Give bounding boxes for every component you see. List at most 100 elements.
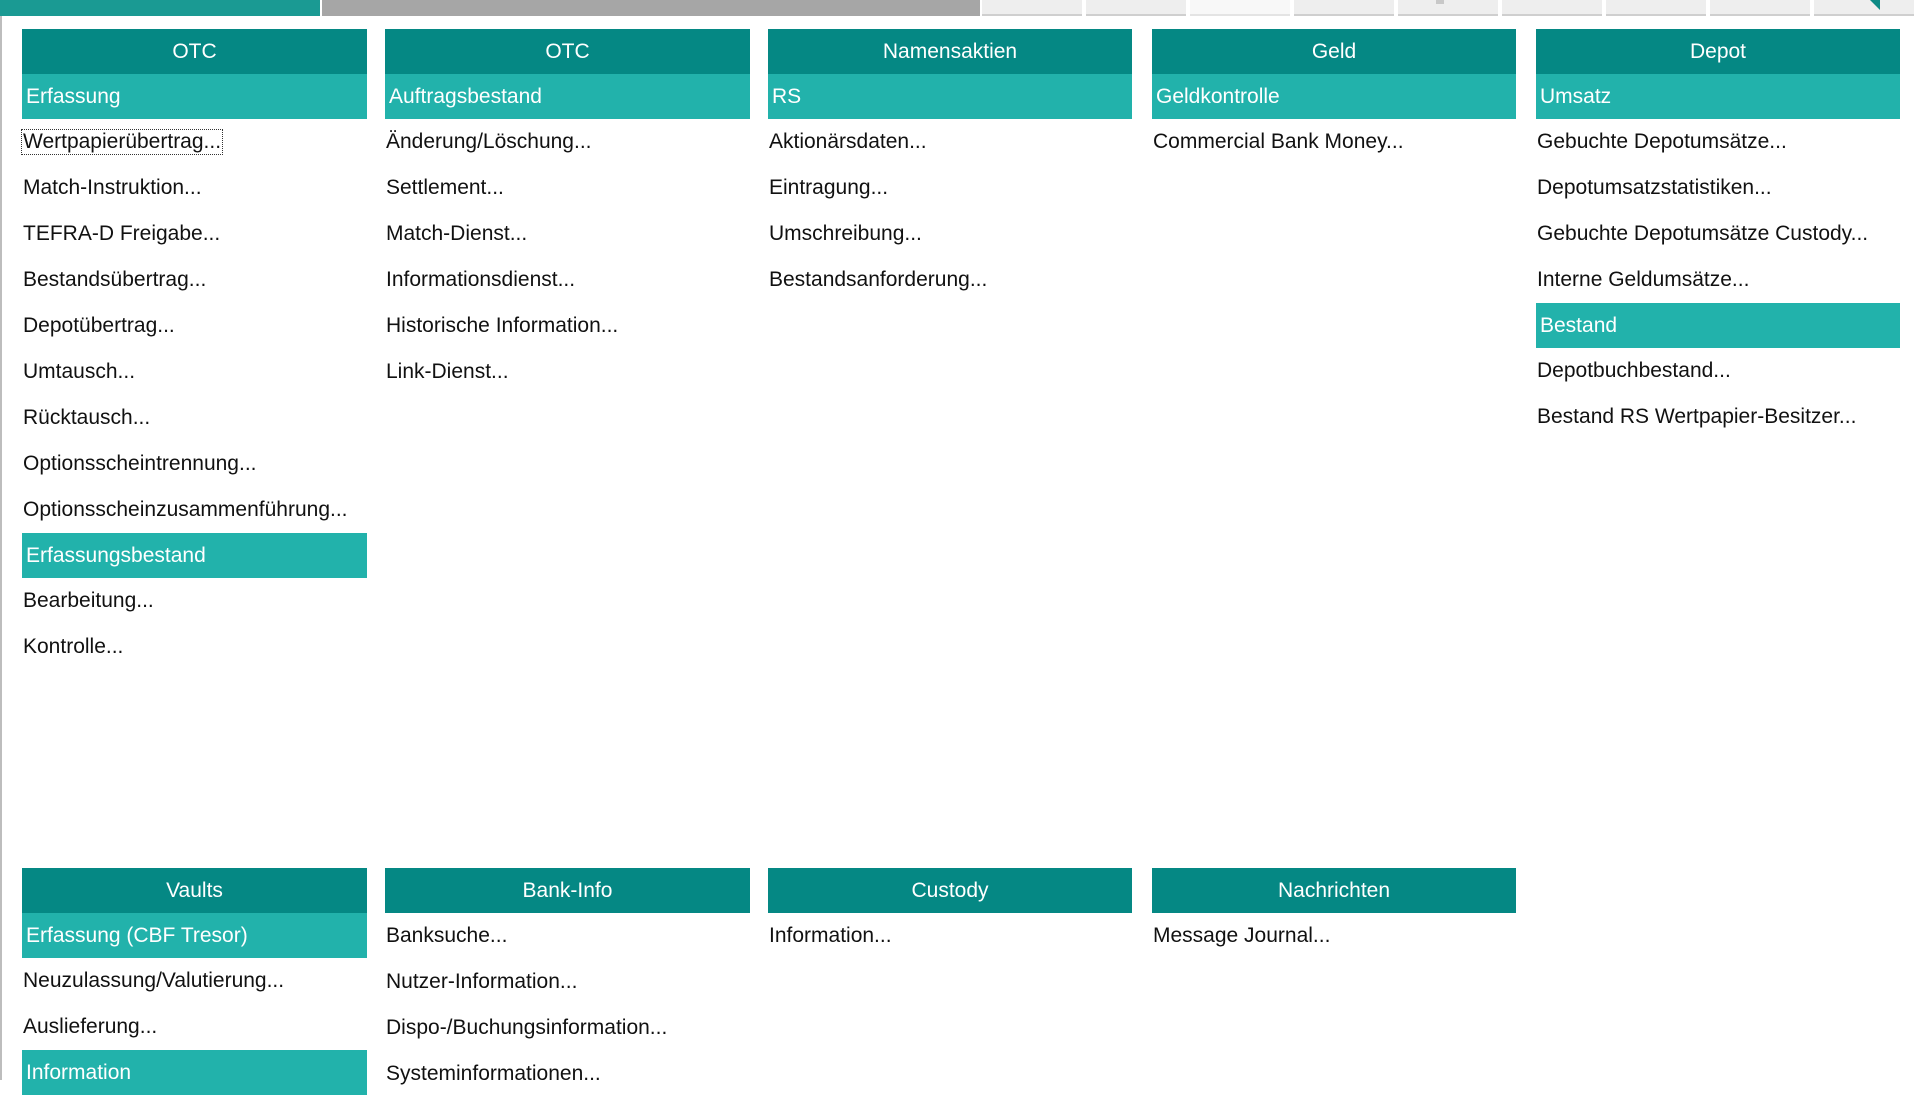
column-header: Nachrichten: [1152, 868, 1516, 913]
section-header: Geldkontrolle: [1152, 74, 1516, 119]
section-header: RS: [768, 74, 1132, 119]
tab-secondary[interactable]: [322, 0, 980, 16]
window-border: [0, 16, 2, 1080]
section-header: Erfassung: [22, 74, 367, 119]
menu-item-label: Banksuche...: [386, 924, 508, 947]
menu-item-nutzer-information[interactable]: Nutzer-Information...: [385, 959, 750, 1005]
tab-slot[interactable]: [982, 0, 1082, 16]
menu-item-label: Eintragung...: [769, 176, 889, 199]
menu-item-label: Optionsscheintrennung...: [23, 452, 257, 475]
menu-item-bestand-rs-wertpapier-besitzer[interactable]: Bestand RS Wertpapier-Besitzer...: [1536, 394, 1900, 440]
menu-item-dispo-buchungsinformation[interactable]: Dispo-/Buchungsinformation...: [385, 1005, 750, 1051]
tab-slot[interactable]: [1814, 0, 1914, 16]
menu-item-auslieferung[interactable]: Auslieferung...: [22, 1004, 367, 1050]
menu-item-information[interactable]: Information...: [768, 913, 1132, 959]
menu-item-link-dienst[interactable]: Link-Dienst...: [385, 349, 750, 395]
menu-column-vaults: Vaults Erfassung (CBF Tresor) Neuzulassu…: [22, 868, 367, 1095]
tab-indicator: [1436, 0, 1444, 4]
menu-item-message-journal[interactable]: Message Journal...: [1152, 913, 1516, 959]
menu-item-historische-information[interactable]: Historische Information...: [385, 303, 750, 349]
section-header: Auftragsbestand: [385, 74, 750, 119]
menu-item-label: Historische Information...: [386, 314, 619, 337]
column-header: Bank-Info: [385, 868, 750, 913]
menu-item-wertpapieruebertrag[interactable]: Wertpapierübertrag...: [20, 119, 367, 165]
menu-item-banksuche[interactable]: Banksuche...: [385, 913, 750, 959]
menu-item-aenderung-loeschung[interactable]: Änderung/Löschung...: [385, 119, 750, 165]
menu-item-label: Match-Instruktion...: [23, 176, 202, 199]
tab-strip: [0, 0, 1920, 16]
menu-item-gebuchte-depotumsaetze[interactable]: Gebuchte Depotumsätze...: [1536, 119, 1900, 165]
menu-item-label: Commercial Bank Money...: [1153, 130, 1404, 153]
menu-item-optionsscheinzusammenfuehrung[interactable]: Optionsscheinzusammenführung...: [22, 487, 367, 533]
menu-item-label: Match-Dienst...: [386, 222, 528, 245]
menu-item-label: Aktionärsdaten...: [769, 130, 927, 153]
menu-item-optionsscheintrennung[interactable]: Optionsscheintrennung...: [22, 441, 367, 487]
menu-item-label: Neuzulassung/Valutierung...: [23, 969, 285, 992]
column-header: Custody: [768, 868, 1132, 913]
menu-item-bearbeitung[interactable]: Bearbeitung...: [22, 578, 367, 624]
menu-item-label: Gebuchte Depotumsätze...: [1537, 130, 1787, 153]
menu-item-systeminformationen[interactable]: Systeminformationen...: [385, 1051, 750, 1097]
menu-item-commercial-bank-money[interactable]: Commercial Bank Money...: [1152, 119, 1516, 165]
menu-item-bestandsuebertrag[interactable]: Bestandsübertrag...: [22, 257, 367, 303]
menu-item-settlement[interactable]: Settlement...: [385, 165, 750, 211]
menu-item-label: Umtausch...: [23, 360, 136, 383]
tab-slot[interactable]: [1398, 0, 1498, 16]
column-header: Depot: [1536, 29, 1900, 74]
menu-column-depot: Depot Umsatz Gebuchte Depotumsätze... De…: [1536, 29, 1900, 440]
section-header: Erfassung (CBF Tresor): [22, 913, 367, 958]
menu-item-depotbuchbestand[interactable]: Depotbuchbestand...: [1536, 348, 1900, 394]
menu-item-depotumsatzstatistiken[interactable]: Depotumsatzstatistiken...: [1536, 165, 1900, 211]
column-header: OTC: [385, 29, 750, 74]
tab-current[interactable]: [0, 0, 320, 16]
menu-item-aktionaersdaten[interactable]: Aktionärsdaten...: [768, 119, 1132, 165]
column-header: Namensaktien: [768, 29, 1132, 74]
menu-item-label: Änderung/Löschung...: [386, 130, 592, 153]
menu-item-label: Systeminformationen...: [386, 1062, 601, 1085]
tab-slot[interactable]: [1502, 0, 1602, 16]
menu-item-tefra-d-freigabe[interactable]: TEFRA-D Freigabe...: [22, 211, 367, 257]
menu-item-label: Nutzer-Information...: [386, 970, 578, 993]
menu-item-informationsdienst[interactable]: Informationsdienst...: [385, 257, 750, 303]
menu-item-match-instruktion[interactable]: Match-Instruktion...: [22, 165, 367, 211]
menu-item-label: Link-Dienst...: [386, 360, 509, 383]
menu-item-label: Umschreibung...: [769, 222, 922, 245]
menu-item-match-dienst[interactable]: Match-Dienst...: [385, 211, 750, 257]
menu-item-interne-geldumsaetze[interactable]: Interne Geldumsätze...: [1536, 257, 1900, 303]
menu-item-label: TEFRA-D Freigabe...: [23, 222, 221, 245]
menu-item-bestandsanforderung[interactable]: Bestandsanforderung...: [768, 257, 1132, 303]
menu-item-label: Optionsscheinzusammenführung...: [23, 498, 348, 521]
tab-slot[interactable]: [1606, 0, 1706, 16]
menu-item-neuzulassung-valutierung[interactable]: Neuzulassung/Valutierung...: [22, 958, 367, 1004]
tab-slot[interactable]: [1190, 0, 1290, 16]
menu-item-kontrolle[interactable]: Kontrolle...: [22, 624, 367, 670]
column-header: Vaults: [22, 868, 367, 913]
menu-item-label: Bestand RS Wertpapier-Besitzer...: [1537, 405, 1857, 428]
menu-item-eintragung[interactable]: Eintragung...: [768, 165, 1132, 211]
menu-item-label: Wertpapierübertrag...: [20, 129, 224, 155]
menu-item-label: Auslieferung...: [23, 1015, 158, 1038]
menu-item-label: Depotumsatzstatistiken...: [1537, 176, 1772, 199]
menu-item-gebuchte-depotumsaetze-custody[interactable]: Gebuchte Depotumsätze Custody...: [1536, 211, 1900, 257]
menu-item-label: Dispo-/Buchungsinformation...: [386, 1016, 668, 1039]
scroll-right-icon[interactable]: [1870, 0, 1880, 10]
menu-item-label: Kontrolle...: [23, 635, 124, 658]
menu-column-custody: Custody Information...: [768, 868, 1132, 959]
menu-item-umschreibung[interactable]: Umschreibung...: [768, 211, 1132, 257]
menu-item-label: Bestandsanforderung...: [769, 268, 988, 291]
menu-item-umtausch[interactable]: Umtausch...: [22, 349, 367, 395]
menu-column-namensaktien: Namensaktien RS Aktionärsdaten... Eintra…: [768, 29, 1132, 303]
tab-slot[interactable]: [1294, 0, 1394, 16]
section-header: Bestand: [1536, 303, 1900, 348]
menu-column-otc-erfassung: OTC Erfassung Wertpapierübertrag... Matc…: [20, 29, 367, 670]
menu-item-depotuebertrag[interactable]: Depotübertrag...: [22, 303, 367, 349]
menu-item-label: Bestandsübertrag...: [23, 268, 207, 291]
menu-item-label: Gebuchte Depotumsätze Custody...: [1537, 222, 1869, 245]
section-header: Erfassungsbestand: [22, 533, 367, 578]
tab-slot[interactable]: [1710, 0, 1810, 16]
menu-item-label: Rücktausch...: [23, 406, 151, 429]
column-header: OTC: [22, 29, 367, 74]
menu-item-ruecktausch[interactable]: Rücktausch...: [22, 395, 367, 441]
tab-slot[interactable]: [1086, 0, 1186, 16]
menu-item-label: Information...: [769, 924, 892, 947]
